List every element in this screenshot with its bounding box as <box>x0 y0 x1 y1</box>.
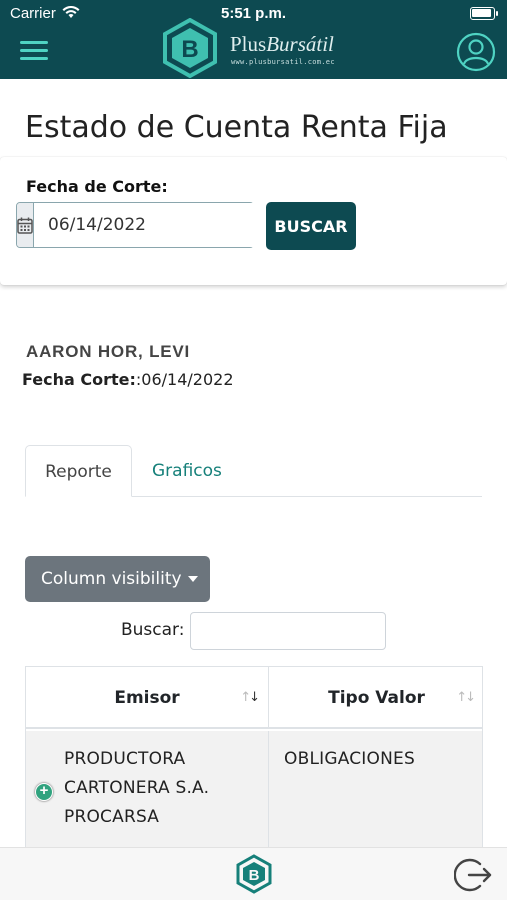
fecha-corte-label: Fecha Corte: <box>22 370 136 389</box>
emisor-line: CARTONERA S.A. <box>64 778 210 798</box>
svg-text:B: B <box>249 867 260 884</box>
brand-name-italic: Bursátil <box>266 32 334 56</box>
tab-graficos[interactable]: Graficos <box>152 445 222 497</box>
column-visibility-button[interactable]: Column visibility <box>25 556 210 602</box>
emisor-line: PRODUCTORA <box>64 749 186 769</box>
fecha-corte-summary: Fecha Corte::06/14/2022 <box>22 370 234 389</box>
fecha-corte-input[interactable] <box>34 203 267 247</box>
date-input-group <box>16 202 267 248</box>
logout-icon[interactable] <box>453 856 494 894</box>
calendar-icon[interactable] <box>17 203 34 247</box>
brand-name-plain: Plus <box>230 32 267 56</box>
cell-emisor: + PRODUCTORA CARTONERA S.A. PROCARSA <box>26 731 269 851</box>
portfolio-table: Emisor ↑↓ Tipo Valor ↑↓ + PRODUCTORA CAR… <box>25 666 483 852</box>
emisor-text: PRODUCTORA CARTONERA S.A. PROCARSA <box>64 745 209 832</box>
client-name: AARON HOR, LEVI <box>26 342 191 361</box>
buscar-button[interactable]: BUSCAR <box>266 202 356 250</box>
column-header-tipo-valor-label: Tipo Valor <box>328 688 425 708</box>
brand-logo-icon[interactable]: B <box>235 854 273 894</box>
hamburger-menu-icon[interactable] <box>20 41 48 61</box>
fecha-corte-value: :06/14/2022 <box>135 370 234 389</box>
table-search-input[interactable] <box>190 612 386 650</box>
report-tabs: Reporte Graficos <box>25 445 482 497</box>
battery-icon <box>470 7 498 20</box>
brand-name: PlusBursátil <box>230 32 334 57</box>
page-title: Estado de Cuenta Renta Fija <box>25 110 448 145</box>
brand-hexagon-icon: B <box>163 17 217 79</box>
brand-logo: B PlusBursátil www.plusbursatil.com.ec <box>160 17 360 79</box>
sort-icon: ↑↓ <box>240 690 260 705</box>
cell-tipo-valor: OBLIGACIONES <box>284 749 415 769</box>
plus-circle-icon[interactable]: + <box>35 783 53 801</box>
buscar-label: Buscar: <box>121 620 185 640</box>
svg-text:B: B <box>181 36 198 63</box>
brand-url: www.plusbursatil.com.ec <box>231 58 335 66</box>
emisor-line: PROCARSA <box>64 807 160 827</box>
caret-down-icon <box>187 576 198 582</box>
sort-icon: ↑↓ <box>456 690 476 705</box>
fecha-de-corte-label: Fecha de Corte: <box>26 177 168 196</box>
table-row: + PRODUCTORA CARTONERA S.A. PROCARSA OBL… <box>26 731 482 851</box>
bottom-bar: B <box>0 847 507 900</box>
column-header-emisor-label: Emisor <box>114 688 180 708</box>
app-header: Carrier 5:51 p.m. B PlusBursátil www.plu… <box>0 0 507 79</box>
column-header-emisor[interactable]: Emisor ↑↓ <box>26 667 269 729</box>
column-header-tipo-valor[interactable]: Tipo Valor ↑↓ <box>269 667 482 729</box>
filter-card: Fecha de Corte: BUSCAR <box>0 157 507 285</box>
column-visibility-label: Column visibility <box>41 569 182 589</box>
user-circle-icon[interactable] <box>456 32 496 72</box>
tab-reporte[interactable]: Reporte <box>25 445 132 497</box>
